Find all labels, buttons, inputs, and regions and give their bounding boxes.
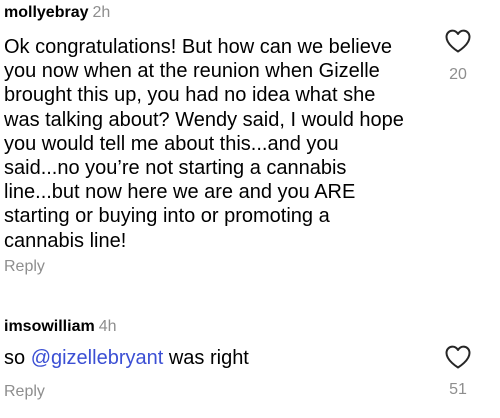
comment-header: imsowilliam 4h: [4, 317, 117, 337]
comment-timestamp: 2h: [92, 4, 111, 21]
comment-text-prefix: so: [4, 347, 31, 369]
comment-text-suffix: was right: [163, 347, 249, 369]
comment-username[interactable]: mollyebray: [4, 4, 88, 21]
comment-text: Ok congratulations! But how can we belie…: [4, 36, 404, 252]
comment-timestamp: 4h: [98, 318, 117, 335]
comment-header: mollyebray 2h: [4, 3, 110, 23]
reply-button[interactable]: Reply: [4, 257, 45, 277]
heart-outline-icon[interactable]: [444, 344, 472, 370]
comment-username[interactable]: imsowilliam: [4, 318, 95, 335]
comment-text: so @gizellebryant was right: [4, 346, 414, 370]
comment-item: mollyebray 2h Ok congratulations! But how…: [0, 0, 500, 290]
like-count: 20: [449, 66, 467, 83]
comment-item: imsowilliam 4h so @gizellebryant was righ…: [0, 308, 500, 418]
like-count: 51: [449, 381, 467, 398]
heart-outline-icon[interactable]: [444, 28, 472, 54]
reply-button[interactable]: Reply: [4, 382, 45, 402]
mention-link[interactable]: @gizellebryant: [31, 347, 164, 369]
